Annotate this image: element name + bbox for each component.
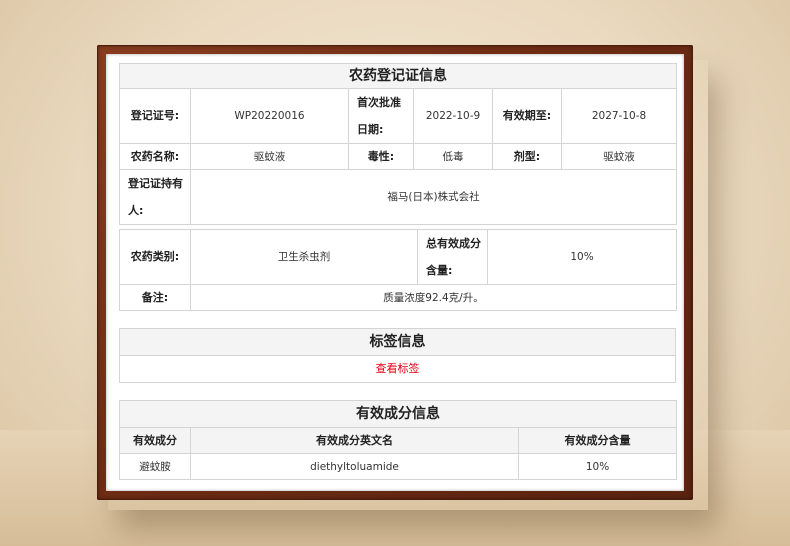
ingredient-content: 10% [517,453,678,480]
ingredient-name: 避蚊胺 [119,453,191,480]
total-content-value: 10% [487,229,677,285]
col-header-english-name: 有效成分英文名 [190,427,519,454]
table-row: 避蚊胺 diethyltoluamide 10% [119,453,678,480]
col-header-ingredient: 有效成分 [119,427,191,454]
name-value: 驱蚊液 [190,143,349,170]
ingredient-english-name: diethyltoluamide [190,453,519,480]
toxicity-label: 毒性: [348,143,414,170]
category-value: 卫生杀虫剂 [190,229,418,285]
form-value: 驱蚊液 [561,143,677,170]
first-approval-value: 2022-10-9 [413,88,493,144]
holder-label: 登记证持有人: [119,169,191,225]
valid-until-value: 2027-10-8 [561,88,677,144]
ingredients-table: 有效成分信息 有效成分 有效成分英文名 有效成分含量 避蚊胺 diethylto… [118,400,678,480]
valid-until-label: 有效期至: [492,88,562,144]
total-content-label: 总有效成分含量: [417,229,488,285]
remark-value: 质量浓度92.4克/升。 [190,284,677,311]
label-info-title: 标签信息 [119,328,676,356]
form-label: 剂型: [492,143,562,170]
name-label: 农药名称: [119,143,191,170]
toxicity-value: 低毒 [413,143,493,170]
registration-table-lower: 农药类别: 卫生杀虫剂 总有效成分含量: 10% 备注: 质量浓度92.4克/升… [119,229,677,311]
registration-title: 农药登记证信息 [119,63,677,89]
certificate-mat: 农药登记证信息 登记证号: WP20220016 首次批准日期: 2022-10… [106,54,684,491]
label-info-table: 标签信息 查看标签 [119,328,676,383]
reg-no-label: 登记证号: [119,88,191,144]
reg-no-value: WP20220016 [190,88,349,144]
category-label: 农药类别: [119,229,191,285]
ingredients-title: 有效成分信息 [118,400,678,428]
registration-table: 农药登记证信息 登记证号: WP20220016 首次批准日期: 2022-10… [119,63,677,225]
view-label-link[interactable]: 查看标签 [376,362,420,375]
holder-value: 福马(日本)株式会社 [190,169,677,225]
remark-label: 备注: [119,284,191,311]
picture-frame: 农药登记证信息 登记证号: WP20220016 首次批准日期: 2022-10… [97,45,693,500]
first-approval-label: 首次批准日期: [348,88,414,144]
col-header-content: 有效成分含量 [517,427,678,454]
